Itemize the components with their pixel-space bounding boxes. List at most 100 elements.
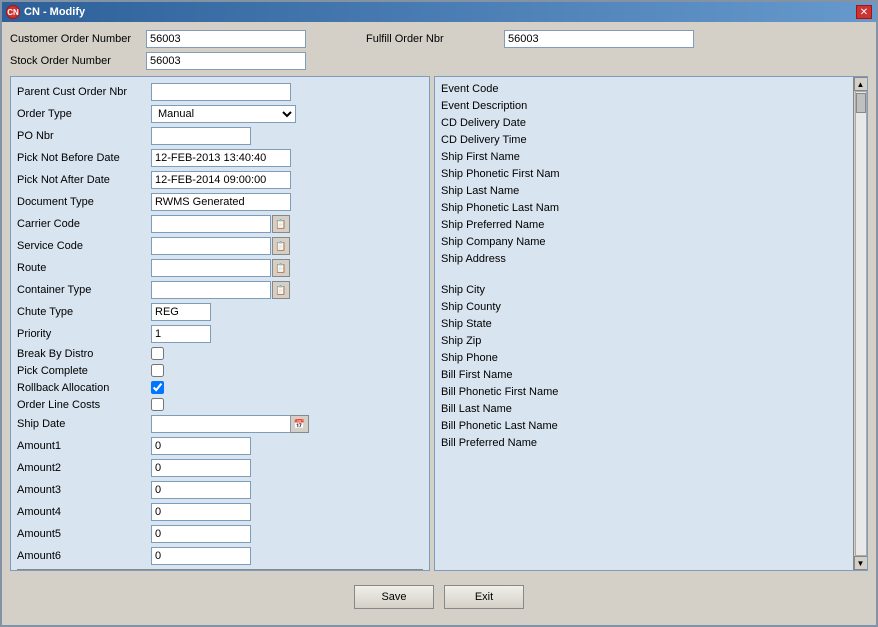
parent-cust-order-label: Parent Cust Order Nbr [17,86,147,98]
priority-label: Priority [17,328,147,340]
right-panel-item: Event Code [441,81,847,98]
container-type-input[interactable] [151,281,271,299]
customer-order-label: Customer Order Number [10,33,140,45]
v-scroll-thumb [856,93,866,113]
rollback-allocation-checkbox[interactable] [151,381,164,394]
parent-cust-order-input[interactable] [151,83,291,101]
close-button[interactable]: ✕ [856,5,872,19]
right-panel-item: Bill Phonetic Last Name [441,418,847,435]
amount1-input[interactable] [151,437,251,455]
amount4-label: Amount4 [17,506,147,518]
ship-date-row: Ship Date 📅 [17,415,423,433]
break-by-distro-row: Break By Distro [17,347,423,360]
right-panel-item: Ship City [441,282,847,299]
v-scroll-track[interactable] [855,91,867,556]
amount1-row: Amount1 [17,437,423,455]
document-type-input[interactable] [151,193,291,211]
scroll-up-arrow[interactable]: ▲ [854,77,868,91]
pick-not-before-input[interactable] [151,149,291,167]
right-panel-item: Ship Phone [441,350,847,367]
main-panel: Parent Cust Order Nbr Order Type Manual … [10,76,868,571]
amount5-input[interactable] [151,525,251,543]
order-line-costs-label: Order Line Costs [17,399,147,411]
amount1-label: Amount1 [17,440,147,452]
amount4-input[interactable] [151,503,251,521]
amount6-input[interactable] [151,547,251,565]
container-type-lookup-button[interactable]: 📋 [272,281,290,299]
right-panel-item: Ship Zip [441,333,847,350]
amount6-label: Amount6 [17,550,147,562]
right-panel-item: Ship Address [441,251,847,268]
pick-not-after-row: Pick Not After Date [17,171,423,189]
right-scrollbar: ▲ ▼ [853,77,867,570]
right-panel-item: Event Description [441,98,847,115]
ship-date-calendar-button[interactable]: 📅 [291,415,309,433]
po-nbr-input[interactable] [151,127,251,145]
chute-type-row: Chute Type [17,303,423,321]
right-panel-item: Ship First Name [441,149,847,166]
top-left-fields: Customer Order Number Stock Order Number [10,30,306,70]
document-type-label: Document Type [17,196,147,208]
service-code-label: Service Code [17,240,147,252]
right-panel-item: Ship Last Name [441,183,847,200]
pick-not-before-label: Pick Not Before Date [17,152,147,164]
ship-date-input[interactable] [151,415,291,433]
stock-order-label: Stock Order Number [10,55,140,67]
top-right-fields: Fulfill Order Nbr [366,30,694,48]
service-code-field-group: 📋 [151,237,290,255]
right-panel-item: Bill Last Name [441,401,847,418]
amount2-input[interactable] [151,459,251,477]
amount4-row: Amount4 [17,503,423,521]
amount3-input[interactable] [151,481,251,499]
right-panel-item: Ship Preferred Name [441,217,847,234]
route-input[interactable] [151,259,271,277]
priority-row: Priority [17,325,423,343]
right-panel-item [441,268,847,282]
parent-cust-order-row: Parent Cust Order Nbr [17,83,423,101]
pick-complete-row: Pick Complete [17,364,423,377]
title-bar: CN CN - Modify ✕ [2,2,876,22]
horizontal-scrollbar: ◀ ▶ [17,569,423,571]
pick-complete-label: Pick Complete [17,365,147,377]
order-type-label: Order Type [17,108,147,120]
right-panel-item: Ship County [441,299,847,316]
amount2-label: Amount2 [17,462,147,474]
carrier-code-input[interactable] [151,215,271,233]
fulfill-order-label: Fulfill Order Nbr [366,33,496,45]
customer-order-input[interactable] [146,30,306,48]
pick-not-before-row: Pick Not Before Date [17,149,423,167]
order-type-select[interactable]: Manual Auto [151,105,296,123]
service-code-row: Service Code 📋 [17,237,423,255]
exit-button[interactable]: Exit [444,585,524,609]
pick-complete-checkbox[interactable] [151,364,164,377]
right-panel-item: Ship Phonetic Last Nam [441,200,847,217]
amount3-row: Amount3 [17,481,423,499]
right-panel-item: CD Delivery Date [441,115,847,132]
main-window: CN CN - Modify ✕ Customer Order Number S… [0,0,878,627]
stock-order-input[interactable] [146,52,306,70]
service-code-input[interactable] [151,237,271,255]
break-by-distro-checkbox[interactable] [151,347,164,360]
po-nbr-row: PO Nbr [17,127,423,145]
scroll-down-arrow[interactable]: ▼ [854,556,868,570]
route-lookup-button[interactable]: 📋 [272,259,290,277]
right-panel-item: Ship Company Name [441,234,847,251]
right-panel-item: Ship State [441,316,847,333]
right-panel-item: Bill Phonetic First Name [441,384,847,401]
fulfill-order-input[interactable] [504,30,694,48]
amount5-label: Amount5 [17,528,147,540]
chute-type-label: Chute Type [17,306,147,318]
chute-type-input[interactable] [151,303,211,321]
priority-input[interactable] [151,325,211,343]
amount6-row: Amount6 [17,547,423,565]
document-type-row: Document Type [17,193,423,211]
amount3-label: Amount3 [17,484,147,496]
carrier-code-row: Carrier Code 📋 [17,215,423,233]
ship-date-label: Ship Date [17,418,147,430]
save-button[interactable]: Save [354,585,434,609]
service-code-lookup-button[interactable]: 📋 [272,237,290,255]
order-line-costs-checkbox[interactable] [151,398,164,411]
title-bar-left: CN CN - Modify [6,5,85,19]
pick-not-after-input[interactable] [151,171,291,189]
carrier-code-lookup-button[interactable]: 📋 [272,215,290,233]
